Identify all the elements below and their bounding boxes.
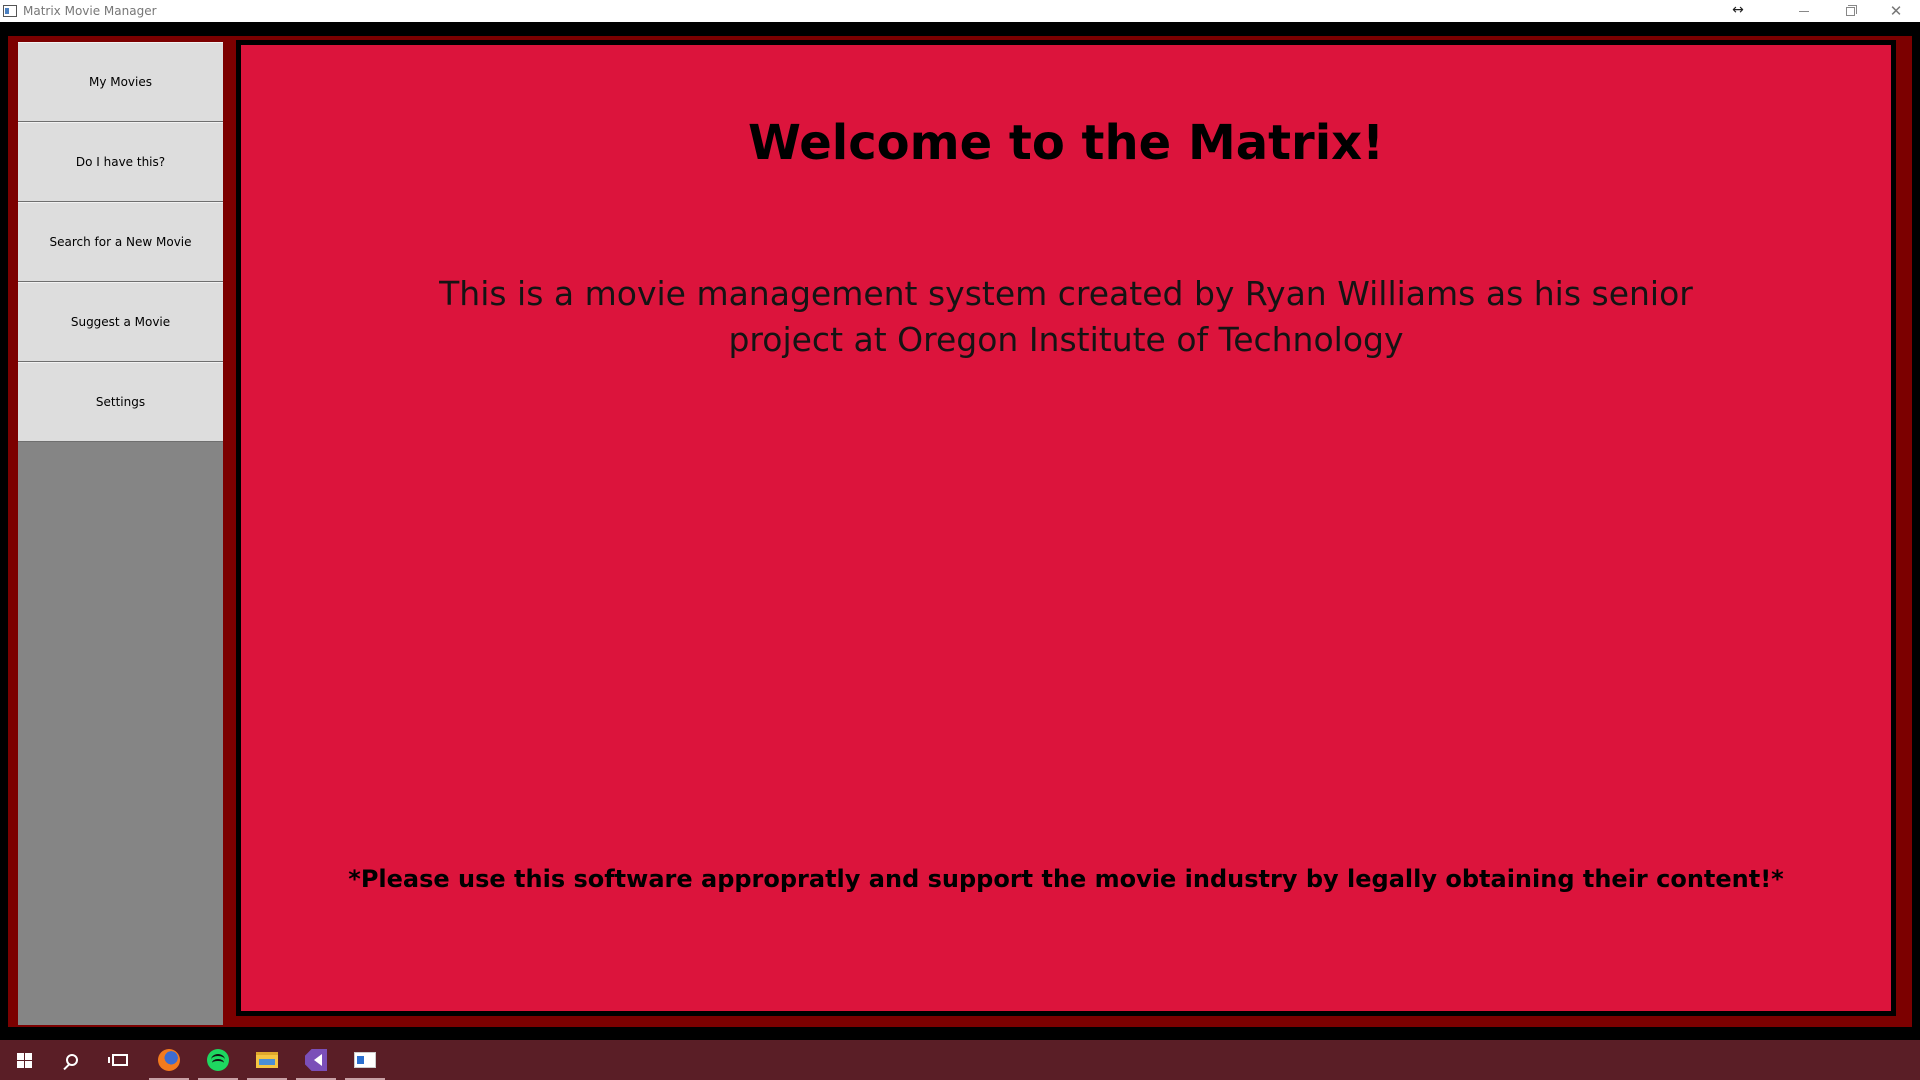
file-explorer-icon	[256, 1052, 278, 1068]
main-panel: Welcome to the Matrix! This is a movie m…	[241, 45, 1891, 1011]
minimize-icon	[1799, 10, 1809, 12]
app-icon	[3, 5, 17, 17]
visual-studio-icon	[305, 1049, 327, 1071]
do-i-have-this-button[interactable]: Do I have this?	[18, 122, 223, 202]
resize-arrows-icon: ↔	[1732, 2, 1744, 18]
task-view-button[interactable]	[96, 1040, 144, 1080]
taskbar-file-explorer[interactable]	[243, 1040, 291, 1080]
search-new-movie-button[interactable]: Search for a New Movie	[18, 202, 223, 282]
title-bar: Matrix Movie Manager ↔ ✕	[0, 0, 1920, 22]
start-button[interactable]	[0, 1040, 48, 1080]
settings-button[interactable]: Settings	[18, 362, 223, 442]
my-movies-button[interactable]: My Movies	[18, 42, 223, 122]
task-view-icon	[108, 1054, 128, 1066]
taskbar-visual-studio[interactable]	[292, 1040, 340, 1080]
disclaimer-text: *Please use this software appropratly an…	[348, 865, 1784, 893]
restore-button[interactable]	[1827, 0, 1873, 22]
close-icon: ✕	[1889, 2, 1903, 20]
taskbar-spotify[interactable]	[194, 1040, 242, 1080]
firefox-icon	[158, 1049, 180, 1071]
minimize-button[interactable]	[1781, 0, 1827, 22]
suggest-movie-button[interactable]: Suggest a Movie	[18, 282, 223, 362]
restore-icon	[1845, 4, 1857, 16]
window-title: Matrix Movie Manager	[23, 4, 157, 18]
spotify-icon	[207, 1049, 229, 1071]
taskbar	[0, 1040, 1920, 1080]
matrix-app-icon	[354, 1052, 376, 1068]
description-text: This is a movie management system create…	[439, 274, 1693, 359]
welcome-heading: Welcome to the Matrix!	[747, 115, 1385, 171]
taskbar-search-button[interactable]	[48, 1040, 96, 1080]
start-icon	[16, 1052, 32, 1068]
search-icon	[66, 1054, 78, 1066]
sidebar: My Movies Do I have this? Search for a N…	[18, 42, 223, 1025]
close-button[interactable]: ✕	[1873, 0, 1919, 22]
taskbar-firefox[interactable]	[145, 1040, 193, 1080]
taskbar-matrix-app[interactable]	[341, 1040, 389, 1080]
